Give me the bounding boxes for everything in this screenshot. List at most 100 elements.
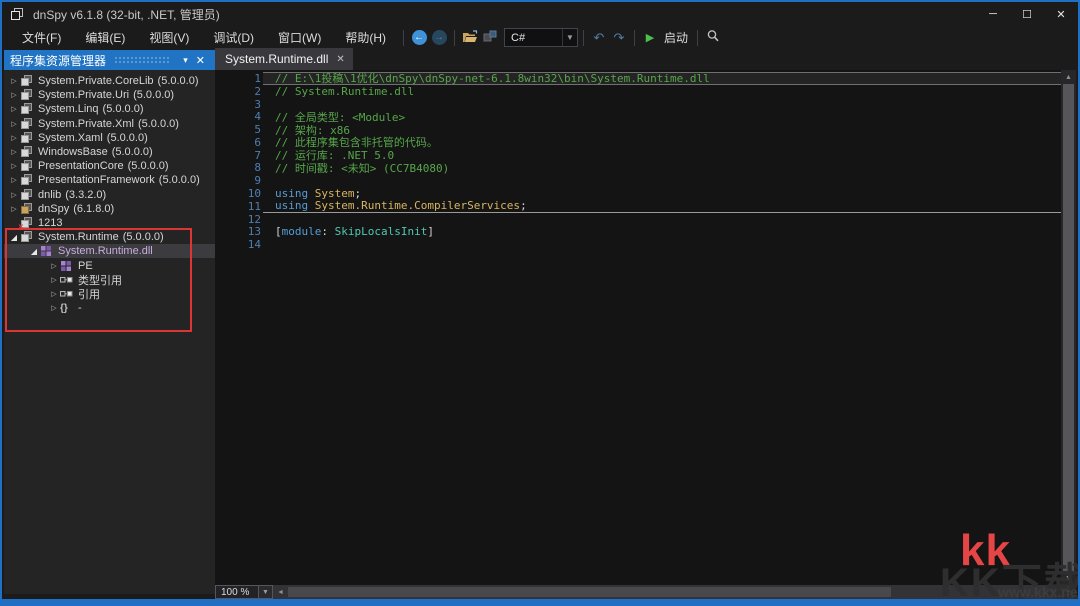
expander-collapsed-icon[interactable]: ▷	[48, 304, 60, 312]
tree-item-version: (5.0.0.0)	[107, 132, 148, 144]
undo-button[interactable]: ↶	[589, 28, 609, 48]
tree-item-pe[interactable]: ▷PE	[4, 258, 215, 272]
code-editor[interactable]: 1// E:\1投稿\1优化\dnSpy\dnSpy-net-6.1.8win3…	[215, 70, 1076, 585]
menu-item-0[interactable]: 文件(F)	[10, 26, 73, 50]
back-icon: ←	[412, 30, 427, 45]
zoom-control[interactable]: 100 % ▼	[215, 585, 273, 599]
tree-item-presentationframework[interactable]: ▷PresentationFramework(5.0.0.0)	[4, 173, 215, 187]
line-number: 4	[215, 110, 263, 123]
start-debug-button[interactable]: ▶	[640, 28, 660, 48]
expander-collapsed-icon[interactable]: ▷	[48, 276, 60, 284]
redo-button[interactable]: ↷	[609, 28, 629, 48]
tree-item-system-runtime[interactable]: ◢System.Runtime(5.0.0.0)	[4, 230, 215, 244]
tree-item-version: (5.0.0.0)	[133, 89, 174, 101]
assembly-explorer-header[interactable]: 程序集资源管理器 ▾ ✕	[4, 50, 215, 70]
open-file-button[interactable]	[460, 28, 480, 48]
line-text: // System.Runtime.dll	[263, 85, 1061, 98]
assembly-icon	[20, 103, 33, 115]
expander-collapsed-icon[interactable]: ▷	[48, 262, 60, 270]
toolbar-separator	[403, 30, 404, 46]
tab-close-icon[interactable]: ✕	[336, 54, 344, 65]
tree-item-system-private-uri[interactable]: ▷System.Private.Uri(5.0.0.0)	[4, 88, 215, 102]
code-line-14[interactable]: 14	[215, 238, 1061, 251]
tree-item-dnlib[interactable]: ▷dnlib(3.3.2.0)	[4, 188, 215, 202]
scroll-left-icon[interactable]: ◄	[273, 589, 288, 596]
tree-item-label: System.Linq	[38, 103, 99, 115]
assembly-icon	[20, 231, 33, 243]
assembly-icon	[20, 75, 33, 87]
start-label[interactable]: 启动	[664, 29, 688, 46]
panel-chevron-icon[interactable]: ▾	[179, 55, 192, 66]
expander-collapsed-icon[interactable]: ▷	[8, 191, 20, 199]
maximize-icon[interactable]: ☐	[1010, 2, 1044, 26]
tree-item-version: (5.0.0.0)	[159, 174, 200, 186]
expander-collapsed-icon[interactable]: ▷	[8, 77, 20, 85]
panel-title: 程序集资源管理器	[10, 52, 106, 69]
assembly-icon	[20, 189, 33, 201]
tree-item--[interactable]: ▷类型引用	[4, 273, 215, 287]
code-line-8[interactable]: 8// 时间戳: <未知> (CC7B4080)	[215, 162, 1061, 175]
menu-item-5[interactable]: 帮助(H)	[333, 26, 398, 50]
expander-collapsed-icon[interactable]: ▷	[8, 205, 20, 213]
expander-expanded-icon[interactable]: ◢	[28, 247, 40, 256]
menu-item-2[interactable]: 视图(V)	[137, 26, 201, 50]
expander-collapsed-icon[interactable]: ▷	[8, 134, 20, 142]
scroll-up-icon[interactable]: ▲	[1061, 70, 1076, 84]
menu-item-3[interactable]: 调试(D)	[201, 26, 266, 50]
line-number: 5	[215, 123, 263, 136]
code-line-12[interactable]: 12	[215, 213, 1061, 226]
expander-collapsed-icon[interactable]: ▷	[8, 148, 20, 156]
tree-item-system-private-corelib[interactable]: ▷System.Private.CoreLib(5.0.0.0)	[4, 74, 215, 88]
code-line-13[interactable]: 13[module: SkipLocalsInit]	[215, 226, 1061, 239]
line-number: 10	[215, 187, 263, 200]
navigate-forward-button[interactable]: →	[429, 28, 449, 48]
expander-expanded-icon[interactable]: ◢	[8, 233, 20, 242]
expander-collapsed-icon[interactable]: ▷	[48, 290, 60, 298]
tree-item--[interactable]: ▷引用	[4, 287, 215, 301]
minimize-icon[interactable]: ─	[976, 2, 1010, 26]
code-line-1[interactable]: 1// E:\1投稿\1优化\dnSpy\dnSpy-net-6.1.8win3…	[215, 72, 1061, 85]
expander-collapsed-icon[interactable]: ▷	[8, 176, 20, 184]
expander-collapsed-icon[interactable]: ▷	[8, 120, 20, 128]
tree-item-presentationcore[interactable]: ▷PresentationCore(5.0.0.0)	[4, 159, 215, 173]
language-selector[interactable]: C# ▼	[504, 28, 578, 47]
horizontal-scrollbar-thumb[interactable]	[288, 587, 891, 597]
vertical-scrollbar-thumb[interactable]	[1063, 84, 1074, 571]
tree-item-version: (5.0.0.0)	[128, 160, 169, 172]
line-text: [module: SkipLocalsInit]	[263, 226, 1061, 239]
code-line-10[interactable]: 10using System;	[215, 187, 1061, 200]
tree-item-label: System.Runtime	[38, 231, 119, 243]
tree-item-label: 1213	[38, 217, 62, 229]
tree-item-system-private-xml[interactable]: ▷System.Private.Xml(5.0.0.0)	[4, 117, 215, 131]
search-assemblies-button[interactable]	[703, 28, 723, 48]
window-title: dnSpy v6.1.8 (32-bit, .NET, 管理员)	[33, 6, 220, 23]
decompiled-code: 1// E:\1投稿\1优化\dnSpy\dnSpy-net-6.1.8win3…	[215, 72, 1061, 251]
tree-item--[interactable]: ▷{}-	[4, 301, 215, 315]
tab-system-runtime-dll[interactable]: System.Runtime.dll ✕	[215, 48, 353, 70]
line-number: 13	[215, 225, 263, 238]
tree-item-dnspy[interactable]: ▷dnSpy(6.1.8.0)	[4, 202, 215, 216]
menu-item-1[interactable]: 编辑(E)	[73, 26, 137, 50]
line-text: // 时间戳: <未知> (CC7B4080)	[263, 162, 1061, 175]
tree-item-windowsbase[interactable]: ▷WindowsBase(5.0.0.0)	[4, 145, 215, 159]
expander-collapsed-icon[interactable]: ▷	[8, 105, 20, 113]
tree-item-1213[interactable]: ✕1213	[4, 216, 215, 230]
vertical-scrollbar[interactable]: ▲ ▼	[1061, 70, 1076, 585]
expander-collapsed-icon[interactable]: ▷	[8, 162, 20, 170]
code-line-9[interactable]: 9	[215, 174, 1061, 187]
zoom-chevron-icon[interactable]: ▼	[259, 585, 273, 599]
navigate-back-button[interactable]: ←	[409, 28, 429, 48]
tree-item-system-xaml[interactable]: ▷System.Xaml(5.0.0.0)	[4, 131, 215, 145]
close-icon[interactable]: ✕	[1044, 2, 1078, 26]
zoom-level-value[interactable]: 100 %	[215, 585, 259, 599]
code-line-11[interactable]: 11using System.Runtime.CompilerServices;	[215, 200, 1061, 213]
code-line-2[interactable]: 2// System.Runtime.dll	[215, 85, 1061, 98]
toolbar-separator	[697, 30, 698, 46]
menu-item-4[interactable]: 窗口(W)	[266, 26, 333, 50]
expander-collapsed-icon[interactable]: ▷	[8, 91, 20, 99]
tree-item-system-runtime-dll[interactable]: ◢System.Runtime.dll	[4, 244, 215, 258]
save-module-button[interactable]	[480, 28, 500, 48]
panel-close-icon[interactable]: ✕	[192, 54, 209, 67]
assembly-icon	[20, 174, 33, 186]
tree-item-system-linq[interactable]: ▷System.Linq(5.0.0.0)	[4, 102, 215, 116]
